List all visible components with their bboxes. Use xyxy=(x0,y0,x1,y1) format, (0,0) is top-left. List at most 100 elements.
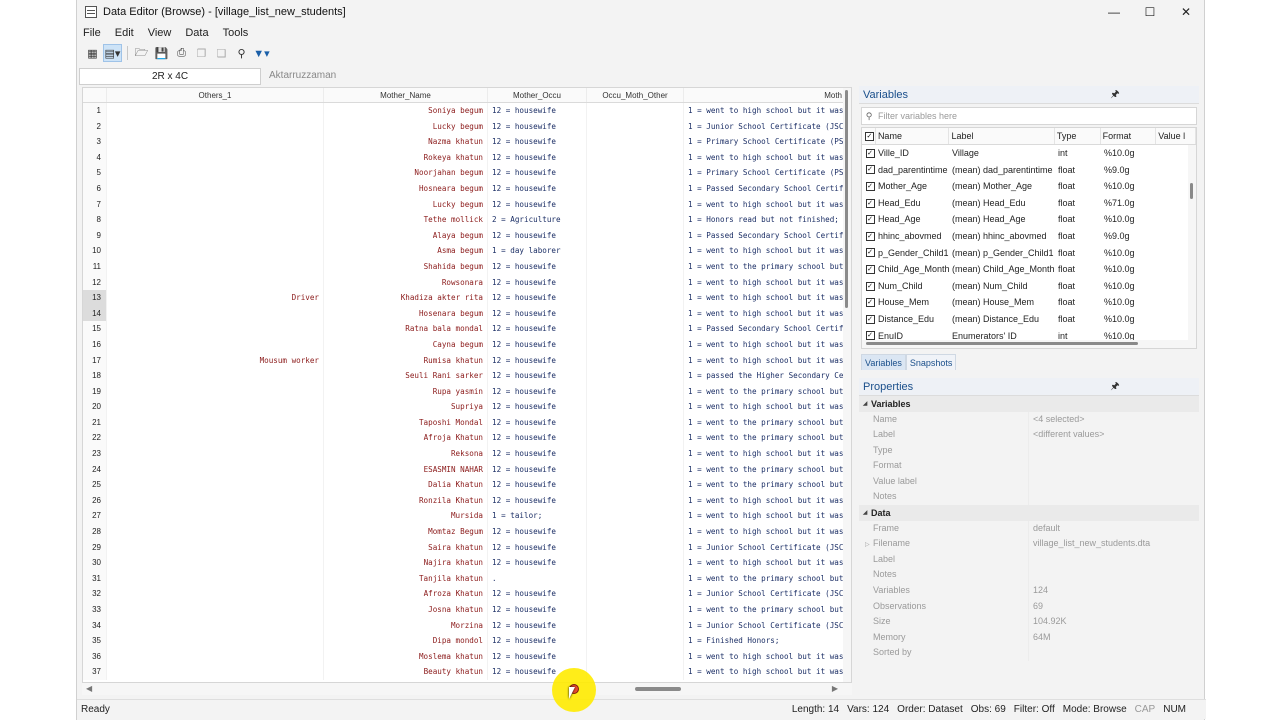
variable-checkbox[interactable]: ✓ xyxy=(862,211,876,228)
cell-others-1[interactable] xyxy=(107,383,324,400)
column-header-mother-name[interactable]: Mother_Name xyxy=(324,88,488,102)
cell-others-1[interactable] xyxy=(107,243,324,259)
table-row[interactable]: 17 Mousum worker Rumisa khatun 12 = housewi… xyxy=(83,352,845,369)
cell-others-1[interactable] xyxy=(107,305,324,322)
cell-occu-moth-other[interactable] xyxy=(587,196,684,213)
pin-icon[interactable]: 🖈 xyxy=(1031,86,1199,103)
cell-occu-moth-other[interactable] xyxy=(587,165,684,181)
list-item[interactable]: ✓ Head_Age (mean) Head_Age float %10.0g xyxy=(862,211,1196,228)
cell-others-1[interactable] xyxy=(107,508,324,525)
cell-occu-moth-other[interactable] xyxy=(587,617,684,634)
cell-mother-occu[interactable]: 12 = housewife xyxy=(488,555,587,571)
cell-mother-occu[interactable]: 12 = housewife xyxy=(488,258,587,275)
table-row[interactable]: 5 Noorjahan begum 12 = housewife 1 = Primar… xyxy=(83,165,845,181)
select-all-checkbox[interactable]: ✓ xyxy=(862,128,876,144)
cell-mother-name[interactable]: Momtaz Begum xyxy=(324,524,488,540)
variable-checkbox[interactable]: ✓ xyxy=(862,228,876,245)
cell-mother-occu[interactable]: 12 = housewife xyxy=(488,149,587,166)
table-row[interactable]: 23 Reksona 12 = housewife 1 = went to high … xyxy=(83,446,845,462)
cell-occu-moth-other[interactable] xyxy=(587,414,684,431)
cell-mother-name[interactable]: Supriya xyxy=(324,399,488,415)
menu-file[interactable]: File xyxy=(83,27,101,39)
property-row[interactable]: Notes xyxy=(859,489,1199,506)
cell-mother-name[interactable]: Noorjahan begum xyxy=(324,165,488,181)
property-row[interactable]: Size 104.92K xyxy=(859,614,1199,630)
header-format[interactable]: Format xyxy=(1101,128,1157,144)
header-name[interactable]: Name xyxy=(876,128,950,144)
cell-others-1[interactable] xyxy=(107,336,324,353)
cell-occu-moth-other[interactable] xyxy=(587,399,684,415)
cell-mother-edu[interactable]: 1 = went to the primary school but xyxy=(684,477,845,493)
table-row[interactable]: 20 Supriya 12 = housewife 1 = went to high … xyxy=(83,399,845,415)
variable-checkbox[interactable]: ✓ xyxy=(862,278,876,295)
property-row[interactable]: Type xyxy=(859,442,1199,459)
menu-edit[interactable]: Edit xyxy=(115,27,134,39)
table-row[interactable]: 9 Alaya begum 12 = housewife 1 = Passed Sec… xyxy=(83,227,845,244)
cell-mother-name[interactable]: Rumisa khatun xyxy=(324,352,488,369)
scroll-right-icon[interactable]: ▶ xyxy=(832,683,838,695)
cell-others-1[interactable] xyxy=(107,227,324,244)
cell-mother-name[interactable]: Josna khatun xyxy=(324,602,488,618)
cell-mother-name[interactable]: Lucky begum xyxy=(324,118,488,135)
table-row[interactable]: 24 ESASMIN NAHAR 12 = housewife 1 = went to… xyxy=(83,461,845,478)
cell-occu-moth-other[interactable] xyxy=(587,602,684,618)
cell-mother-occu[interactable]: 12 = housewife xyxy=(488,477,587,493)
table-row[interactable]: 18 Seuli Rani sarker 12 = housewife 1 = pas… xyxy=(83,368,845,384)
cell-mother-name[interactable]: Khadiza akter rita xyxy=(324,290,488,306)
cell-others-1[interactable] xyxy=(107,633,324,649)
filter-icon[interactable]: ▼▾ xyxy=(252,44,271,62)
table-row[interactable]: 2 Lucky begum 12 = housewife 1 = Junior Sch… xyxy=(83,118,845,135)
cell-mother-edu[interactable]: 1 = went to high school but it was xyxy=(684,352,845,369)
cell-mother-name[interactable]: Morzina xyxy=(324,617,488,634)
list-item[interactable]: ✓ Num_Child (mean) Num_Child float %10.0g xyxy=(862,278,1196,295)
cell-mother-edu[interactable]: 1 = Passed Secondary School Certifi xyxy=(684,227,845,244)
cell-mother-edu[interactable]: 1 = went to high school but it was xyxy=(684,508,845,525)
variable-checkbox[interactable]: ✓ xyxy=(862,261,876,278)
cell-mother-name[interactable]: Rokeya khatun xyxy=(324,149,488,166)
property-row[interactable]: Notes xyxy=(859,567,1199,583)
cell-mother-name[interactable]: Nazma khatun xyxy=(324,134,488,150)
cell-mother-name[interactable]: Shahida begum xyxy=(324,258,488,275)
cell-occu-moth-other[interactable] xyxy=(587,508,684,525)
cell-others-1[interactable] xyxy=(107,446,324,462)
variable-checkbox[interactable]: ✓ xyxy=(862,178,876,195)
list-item[interactable]: ✓ Mother_Age (mean) Mother_Age float %10.0g xyxy=(862,178,1196,195)
cell-occu-moth-other[interactable] xyxy=(587,149,684,166)
search-icon[interactable]: ⚲ xyxy=(232,44,251,62)
cell-mother-name[interactable]: Saira khatun xyxy=(324,539,488,556)
cell-mother-occu[interactable]: 12 = housewife xyxy=(488,352,587,369)
property-row[interactable]: ▷ Filename village_list_new_students.dta xyxy=(859,536,1199,552)
table-row[interactable]: 16 Cayna begum 12 = housewife 1 = went to h… xyxy=(83,336,845,353)
cell-mother-occu[interactable]: 12 = housewife xyxy=(488,134,587,150)
cell-mother-edu[interactable]: 1 = went to high school but it was xyxy=(684,648,845,665)
cell-mother-edu[interactable]: 1 = Passed Secondary School Certifi xyxy=(684,321,845,337)
header-value-label[interactable]: Value l xyxy=(1156,128,1196,144)
header-type[interactable]: Type xyxy=(1055,128,1101,144)
tab-snapshots[interactable]: Snapshots xyxy=(905,354,957,370)
table-row[interactable]: 26 Ronzila Khatun 12 = housewife 1 = went t… xyxy=(83,492,845,509)
cell-occu-moth-other[interactable] xyxy=(587,430,684,447)
cell-mother-edu[interactable]: 1 = went to high school but it was xyxy=(684,555,845,571)
table-row[interactable]: 7 Lucky begum 12 = housewife 1 = went to hi… xyxy=(83,196,845,213)
cell-mother-name[interactable]: Tethe mollick xyxy=(324,212,488,228)
cell-mother-edu[interactable]: 1 = Finished Honors; xyxy=(684,633,845,649)
cell-others-1[interactable] xyxy=(107,258,324,275)
cell-others-1[interactable] xyxy=(107,477,324,493)
cell-mother-name[interactable]: Hosenara begum xyxy=(324,305,488,322)
grid-vertical-scrollbar[interactable] xyxy=(843,88,851,682)
cell-others-1[interactable] xyxy=(107,321,324,337)
variable-checkbox[interactable]: ✓ xyxy=(862,145,876,162)
list-item[interactable]: ✓ dad_parentintime (mean) dad_parentintime… xyxy=(862,162,1196,179)
cell-occu-moth-other[interactable] xyxy=(587,212,684,228)
cell-mother-edu[interactable]: 1 = went to high school but it was xyxy=(684,446,845,462)
cell-occu-moth-other[interactable] xyxy=(587,290,684,306)
cell-others-1[interactable] xyxy=(107,461,324,478)
variable-checkbox[interactable]: ✓ xyxy=(862,162,876,179)
cell-mother-occu[interactable]: 12 = housewife xyxy=(488,290,587,306)
cell-mother-name[interactable]: Soniya begum xyxy=(324,103,488,119)
cell-occu-moth-other[interactable] xyxy=(587,524,684,540)
table-row[interactable]: 34 Morzina 12 = housewife 1 = Junior School… xyxy=(83,617,845,634)
cell-mother-occu[interactable]: 12 = housewife xyxy=(488,539,587,556)
cell-reference[interactable]: 2R x 4C xyxy=(79,67,261,85)
cell-mother-name[interactable]: Dalia Khatun xyxy=(324,477,488,493)
